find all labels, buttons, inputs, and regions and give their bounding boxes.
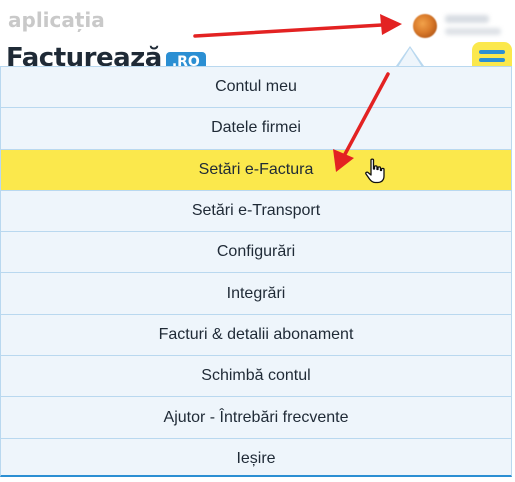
menu-item-ajutor[interactable]: Ajutor - Întrebări frecvente	[1, 397, 511, 439]
menu-item-schimba-contul[interactable]: Schimbă contul	[1, 356, 511, 398]
menu-item-setari-e-transport[interactable]: Setări e-Transport	[1, 191, 511, 233]
menu-item-setari-e-factura[interactable]: Setări e-Factura	[1, 149, 511, 191]
menu-item-label: Ieșire	[236, 450, 276, 468]
user-name-blurred[interactable]	[445, 15, 489, 23]
menu-item-label: Contul meu	[215, 78, 297, 96]
menu-item-label: Facturi & detalii abonament	[158, 325, 354, 343]
menu-item-iesire[interactable]: Ieșire	[1, 439, 511, 480]
user-email-blurred[interactable]	[445, 28, 501, 35]
menu-item-label: Datele firmei	[211, 119, 301, 137]
dropdown-caret-inner	[398, 48, 422, 67]
menu-item-configurari[interactable]: Configurări	[1, 232, 511, 274]
menu-bar	[479, 50, 505, 54]
menu-item-integrari[interactable]: Integrări	[1, 273, 511, 315]
menu-item-label: Setări e-Transport	[191, 202, 321, 220]
user-avatar[interactable]	[413, 14, 437, 38]
menu-item-facturi-abonament[interactable]: Facturi & detalii abonament	[1, 315, 511, 357]
menu-item-label: Schimbă contul	[201, 367, 311, 385]
arrow-to-avatar	[193, 14, 402, 38]
menu-item-label: Configurări	[216, 243, 296, 261]
menu-item-label: Integrări	[226, 284, 286, 302]
app-label: aplicația	[8, 8, 105, 32]
menu-bar	[479, 58, 505, 62]
hand-pointer-icon	[365, 158, 385, 184]
page: aplicația Facturează .RO Contul meu Date…	[0, 0, 515, 482]
menu-list: Contul meu Datele firmei Setări e-Factur…	[1, 67, 511, 480]
menu-item-contul-meu[interactable]: Contul meu	[1, 67, 511, 109]
menu-item-label: Setări e-Factura	[198, 160, 314, 178]
menu-item-label: Ajutor - Întrebări frecvente	[163, 408, 349, 426]
menu-item-datele-firmei[interactable]: Datele firmei	[1, 108, 511, 150]
account-dropdown: Contul meu Datele firmei Setări e-Factur…	[0, 66, 512, 477]
